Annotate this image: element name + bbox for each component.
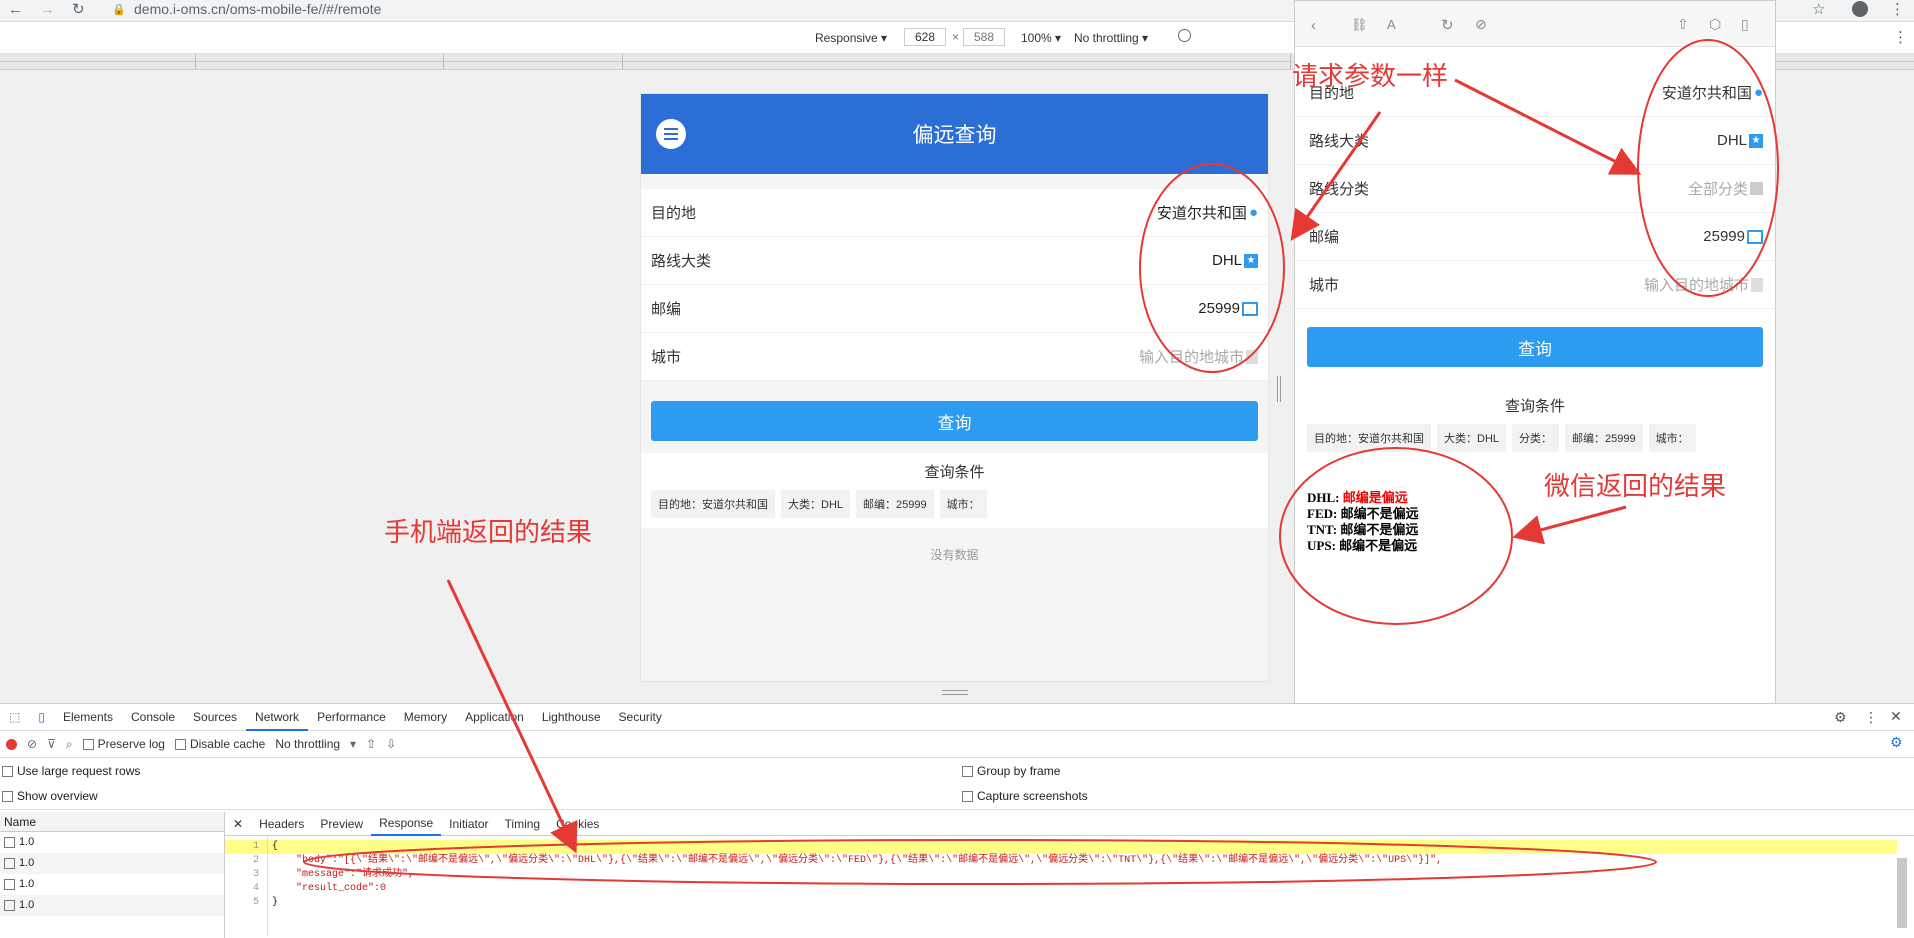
annotation-arrow <box>1512 505 1627 545</box>
annotation-circle <box>1279 447 1513 625</box>
annotation-arrow <box>446 579 578 854</box>
annotation-wechat-result: 微信返回的结果 <box>1544 471 1727 501</box>
annotation-circle <box>1139 163 1285 373</box>
annotation-circle <box>303 839 1657 885</box>
annotation-mobile-result: 手机端返回的结果 <box>384 517 593 547</box>
annotation-params-same: 请求参数一样 <box>1292 61 1449 91</box>
annotation-arrow <box>1290 111 1382 241</box>
annotation-arrow <box>1454 78 1642 175</box>
annotation-circle <box>1637 39 1779 297</box>
